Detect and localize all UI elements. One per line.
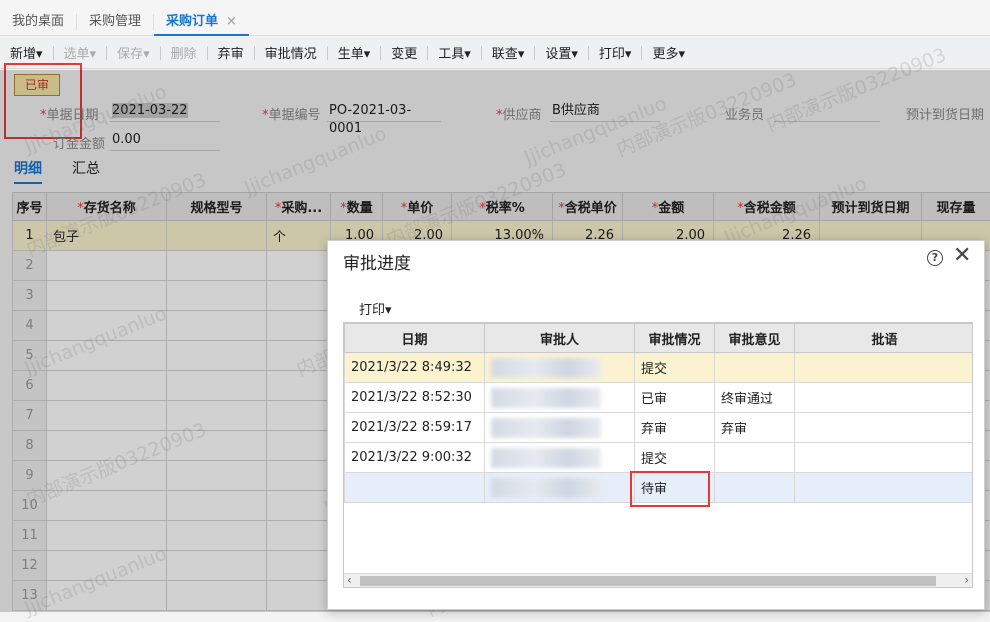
button-label: 工具 [438,47,464,62]
horizontal-scrollbar[interactable]: ‹ › [344,573,972,587]
date-cell: 2021/3/22 9:00:32 [345,443,485,473]
status-cell: 已审 [635,383,715,413]
chevron-down-icon: ▾ [518,47,525,62]
status-cell: 提交 [635,443,715,473]
unapprove-button[interactable]: 弃审 [208,43,254,62]
approval-progress-dialog: 审批进度 ? ✕ 打印▾ 日期 审批人 审批情况 审批意见 批语 2021/3/… [327,240,985,610]
button-label: 联查 [492,47,518,62]
approver-cell [485,383,635,413]
approval-table: 日期 审批人 审批情况 审批意见 批语 2021/3/22 8:49:32 提交… [343,322,973,588]
delete-button[interactable]: 删除 [161,43,207,62]
col-opinion: 审批意见 [715,324,795,353]
button-label: 打印 [359,303,385,318]
close-icon[interactable]: ✕ [953,243,971,268]
tab-desktop[interactable]: 我的桌面 [0,0,76,36]
select-source-button[interactable]: 选单▾ [54,43,107,62]
col-remark: 批语 [795,324,974,353]
chevron-down-icon: ▾ [143,47,150,62]
button-label: 新增 [10,47,36,62]
remark-cell [795,443,974,473]
opinion-cell: 弃审 [715,413,795,443]
scroll-right-icon[interactable]: › [964,573,969,587]
print-button[interactable]: 打印▾ [589,43,642,62]
chevron-down-icon: ▾ [625,47,632,62]
tab-purchase-management[interactable]: 采购管理 [77,0,153,36]
redacted-approver [491,418,601,438]
col-status: 审批情况 [635,324,715,353]
tab-label: 采购管理 [89,14,141,29]
approval-status-button[interactable]: 审批情况 [255,43,327,62]
chevron-down-icon: ▾ [364,47,371,62]
change-button[interactable]: 变更 [381,43,427,62]
redacted-approver [491,388,601,408]
new-button[interactable]: 新增▾ [0,43,53,62]
generate-button[interactable]: 生单▾ [328,43,381,62]
remark-cell [795,413,974,443]
opinion-cell [715,443,795,473]
tab-bar: 我的桌面 采购管理 采购订单 × [0,0,990,36]
redacted-approver [491,448,601,468]
date-cell: 2021/3/22 8:49:32 [345,353,485,383]
date-cell: 2021/3/22 8:59:17 [345,413,485,443]
button-label: 生单 [338,47,364,62]
approval-row[interactable]: 2021/3/22 8:52:30 已审 终审通过 [345,383,974,413]
redacted-approver [491,478,601,498]
approval-header-row: 日期 审批人 审批情况 审批意见 批语 [345,324,974,353]
more-button[interactable]: 更多▾ [642,43,695,62]
settings-button[interactable]: 设置▾ [535,43,588,62]
chevron-down-icon: ▾ [464,47,471,62]
chevron-down-icon: ▾ [385,303,392,318]
redacted-approver [491,358,601,378]
col-date: 日期 [345,324,485,353]
opinion-cell [715,473,795,503]
col-approver: 审批人 [485,324,635,353]
approval-row[interactable]: 2021/3/22 8:49:32 提交 [345,353,974,383]
dialog-print-button[interactable]: 打印▾ [359,299,392,318]
scroll-left-icon[interactable]: ‹ [347,573,352,587]
close-tab-icon[interactable]: × [226,14,237,29]
highlight-box-pending [630,471,710,507]
approval-row[interactable]: 2021/3/22 9:00:32 提交 [345,443,974,473]
chevron-down-icon: ▾ [678,47,685,62]
status-cell: 提交 [635,353,715,383]
status-cell: 弃审 [635,413,715,443]
linked-query-button[interactable]: 联查▾ [482,43,535,62]
date-cell [345,473,485,503]
button-label: 打印 [599,47,625,62]
date-cell: 2021/3/22 8:52:30 [345,383,485,413]
approver-cell [485,353,635,383]
button-label: 保存 [117,47,143,62]
button-label: 更多 [652,47,678,62]
help-icon[interactable]: ? [927,250,943,266]
toolbar: 新增▾ 选单▾ 保存▾ 删除 弃审 审批情况 生单▾ 变更 工具▾ 联查▾ 设置… [0,37,990,69]
chevron-down-icon: ▾ [571,47,578,62]
approver-cell [485,443,635,473]
scrollbar-thumb[interactable] [360,576,936,586]
opinion-cell [715,353,795,383]
tab-label: 我的桌面 [12,14,64,29]
chevron-down-icon: ▾ [90,47,97,62]
opinion-cell: 终审通过 [715,383,795,413]
approval-row[interactable]: 2021/3/22 8:59:17 弃审 弃审 [345,413,974,443]
dialog-title: 审批进度 [343,249,411,274]
button-label: 设置 [545,47,571,62]
tab-label: 采购订单 [166,14,218,29]
remark-cell [795,383,974,413]
remark-cell [795,353,974,383]
tools-button[interactable]: 工具▾ [428,43,481,62]
chevron-down-icon: ▾ [36,47,43,62]
save-button[interactable]: 保存▾ [107,43,160,62]
remark-cell [795,473,974,503]
approver-cell [485,413,635,443]
button-label: 选单 [64,47,90,62]
approver-cell [485,473,635,503]
tab-purchase-order[interactable]: 采购订单 × [154,0,249,36]
